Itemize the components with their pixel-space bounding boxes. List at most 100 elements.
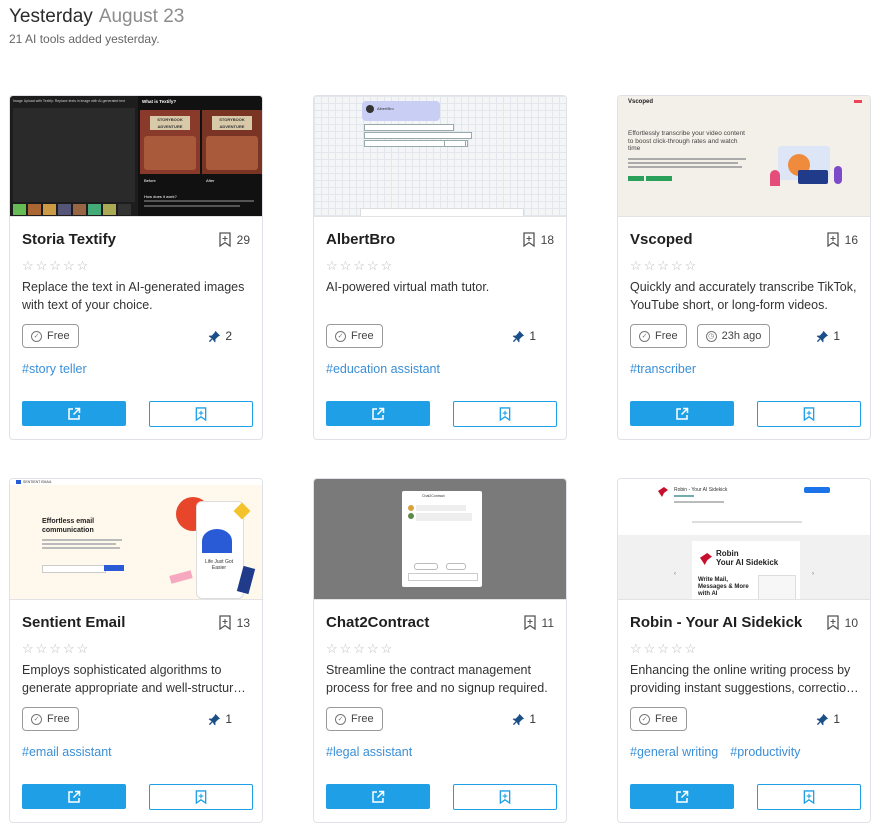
thumb-before-label: Before xyxy=(144,178,156,183)
check-circle-icon: ✓ xyxy=(31,330,42,342)
save-count-value: 29 xyxy=(236,232,250,247)
star-icon[interactable]: ☆ xyxy=(22,259,34,272)
pricing-label: Free xyxy=(655,713,678,725)
bookmark-button[interactable] xyxy=(149,401,253,427)
rating-stars[interactable]: ☆ ☆ ☆ ☆ ☆ xyxy=(630,642,696,655)
tag-link[interactable]: #story teller xyxy=(22,362,87,376)
open-website-button[interactable] xyxy=(22,401,126,426)
star-icon[interactable]: ☆ xyxy=(644,259,656,272)
star-icon[interactable]: ☆ xyxy=(36,642,48,655)
pricing-label: Free xyxy=(47,330,70,342)
star-icon[interactable]: ☆ xyxy=(685,259,697,272)
tag-link[interactable]: #education assistant xyxy=(326,362,440,376)
save-count-value: 18 xyxy=(540,232,554,247)
tool-card[interactable]: SENTIENT EMAIL Effortless email communic… xyxy=(9,478,263,823)
bookmark-button[interactable] xyxy=(757,401,861,427)
star-icon[interactable]: ☆ xyxy=(367,642,379,655)
tool-card[interactable]: Robin - Your AI Sidekick Robin Your AI S… xyxy=(617,478,871,823)
save-count: 18 xyxy=(522,232,554,247)
open-website-button[interactable] xyxy=(630,401,734,426)
star-icon[interactable]: ☆ xyxy=(340,259,352,272)
pin-icon xyxy=(513,330,525,342)
tool-title[interactable]: Storia Textify xyxy=(22,231,116,248)
star-icon[interactable]: ☆ xyxy=(657,259,669,272)
star-icon[interactable]: ☆ xyxy=(353,642,365,655)
tool-title[interactable]: Chat2Contract xyxy=(326,614,429,631)
rating-stars[interactable]: ☆ ☆ ☆ ☆ ☆ xyxy=(22,259,88,272)
pricing-badge: ✓ Free xyxy=(630,707,687,731)
tool-description: AI-powered virtual math tutor. xyxy=(326,280,490,294)
rating-stars[interactable]: ☆ ☆ ☆ ☆ ☆ xyxy=(326,259,392,272)
tag-link[interactable]: #general writing xyxy=(630,745,718,759)
star-icon[interactable]: ☆ xyxy=(326,259,338,272)
bookmark-icon xyxy=(218,615,231,630)
section-header: Yesterday August 23 21 AI tools added yes… xyxy=(9,6,184,46)
star-icon[interactable]: ☆ xyxy=(63,642,75,655)
star-icon[interactable]: ☆ xyxy=(77,642,89,655)
star-icon[interactable]: ☆ xyxy=(630,259,642,272)
bookmark-icon xyxy=(522,232,535,247)
star-icon[interactable]: ☆ xyxy=(340,642,352,655)
thumb-brand: SENTIENT EMAIL xyxy=(23,480,52,484)
tool-title[interactable]: Vscoped xyxy=(630,231,693,248)
star-icon[interactable]: ☆ xyxy=(644,642,656,655)
star-icon[interactable]: ☆ xyxy=(657,642,669,655)
bookmark-button[interactable] xyxy=(757,784,861,810)
tag-link[interactable]: #transcriber xyxy=(630,362,696,376)
star-icon[interactable]: ☆ xyxy=(22,642,34,655)
tool-card[interactable]: Chat2Contract Chat2Contract 11 ☆ ☆ ☆ ☆ ☆ Str… xyxy=(313,478,567,823)
feature-count: 2 xyxy=(208,329,232,343)
star-icon[interactable]: ☆ xyxy=(353,259,365,272)
external-link-icon xyxy=(68,407,81,420)
tool-card[interactable]: Image Upload with Textify: Replace texts… xyxy=(9,95,263,440)
star-icon[interactable]: ☆ xyxy=(36,259,48,272)
tool-thumbnail[interactable]: SENTIENT EMAIL Effortless email communic… xyxy=(10,479,262,600)
external-link-icon xyxy=(676,790,689,803)
tool-title[interactable]: Robin - Your AI Sidekick xyxy=(630,614,802,631)
open-website-button[interactable] xyxy=(630,784,734,809)
external-link-icon xyxy=(372,407,385,420)
tool-thumbnail[interactable]: Chat2Contract xyxy=(314,479,566,600)
feature-count: 1 xyxy=(816,712,840,726)
external-link-icon xyxy=(676,407,689,420)
bookmark-icon xyxy=(218,232,231,247)
star-icon[interactable]: ☆ xyxy=(381,259,393,272)
bookmark-button[interactable] xyxy=(453,401,557,427)
feature-count: 1 xyxy=(512,329,536,343)
check-circle-icon: ✓ xyxy=(639,713,650,725)
rating-stars[interactable]: ☆ ☆ ☆ ☆ ☆ xyxy=(22,642,88,655)
tool-thumbnail[interactable]: AlbertBro xyxy=(314,96,566,217)
tag-link[interactable]: #legal assistant xyxy=(326,745,412,759)
rating-stars[interactable]: ☆ ☆ ☆ ☆ ☆ xyxy=(630,259,696,272)
tool-card[interactable]: Vscoped Effortlessly transcribe your vid… xyxy=(617,95,871,440)
star-icon[interactable]: ☆ xyxy=(326,642,338,655)
pricing-label: Free xyxy=(351,330,374,342)
star-icon[interactable]: ☆ xyxy=(381,642,393,655)
save-count: 13 xyxy=(218,615,250,630)
check-circle-icon: ✓ xyxy=(335,330,346,342)
tool-card[interactable]: AlbertBro AlbertBro 18 ☆ ☆ ☆ ☆ ☆ AI-powered … xyxy=(313,95,567,440)
star-icon[interactable]: ☆ xyxy=(671,642,683,655)
section-subtitle: 21 AI tools added yesterday. xyxy=(9,32,160,46)
open-website-button[interactable] xyxy=(326,401,430,426)
tool-thumbnail[interactable]: Image Upload with Textify: Replace texts… xyxy=(10,96,262,217)
star-icon[interactable]: ☆ xyxy=(77,259,89,272)
tool-thumbnail[interactable]: Vscoped Effortlessly transcribe your vid… xyxy=(618,96,870,217)
star-icon[interactable]: ☆ xyxy=(367,259,379,272)
open-website-button[interactable] xyxy=(326,784,430,809)
star-icon[interactable]: ☆ xyxy=(630,642,642,655)
star-icon[interactable]: ☆ xyxy=(49,259,61,272)
bookmark-button[interactable] xyxy=(149,784,253,810)
tool-title[interactable]: Sentient Email xyxy=(22,614,125,631)
tag-link[interactable]: #email assistant xyxy=(22,745,112,759)
tool-thumbnail[interactable]: Robin - Your AI Sidekick Robin Your AI S… xyxy=(618,479,870,600)
tool-title[interactable]: AlbertBro xyxy=(326,231,395,248)
bookmark-button[interactable] xyxy=(453,784,557,810)
tag-link[interactable]: #productivity xyxy=(730,745,800,759)
rating-stars[interactable]: ☆ ☆ ☆ ☆ ☆ xyxy=(326,642,392,655)
star-icon[interactable]: ☆ xyxy=(63,259,75,272)
star-icon[interactable]: ☆ xyxy=(671,259,683,272)
open-website-button[interactable] xyxy=(22,784,126,809)
star-icon[interactable]: ☆ xyxy=(49,642,61,655)
star-icon[interactable]: ☆ xyxy=(685,642,697,655)
